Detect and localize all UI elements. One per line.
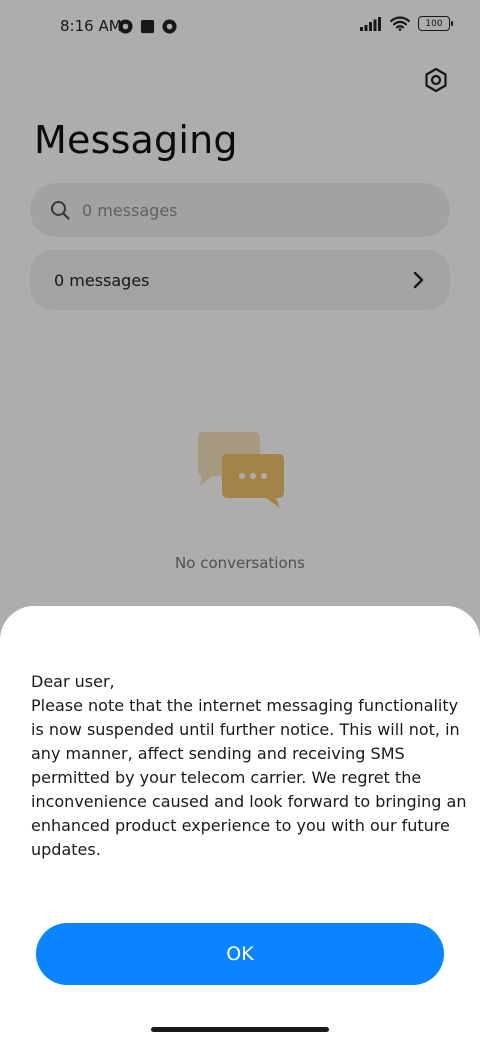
dialog-body: Please note that the internet messaging … xyxy=(31,696,467,859)
dialog-greeting: Dear user, xyxy=(31,672,115,691)
home-indicator[interactable] xyxy=(151,1027,329,1032)
dialog-message: Dear user, Please note that the internet… xyxy=(31,670,467,862)
ok-button[interactable]: OK xyxy=(36,923,444,985)
notice-dialog: Dear user, Please note that the internet… xyxy=(0,606,480,1040)
